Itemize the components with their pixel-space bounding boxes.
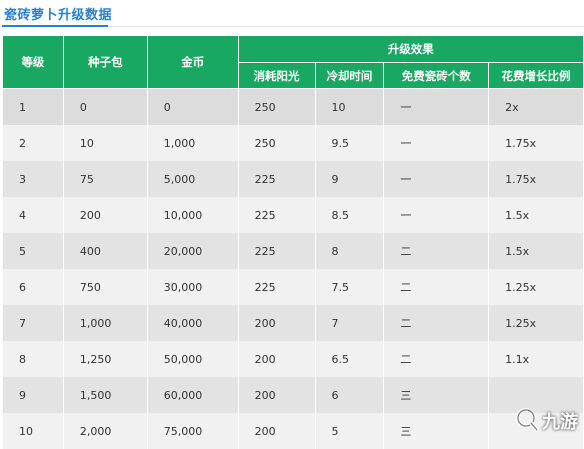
table-row: 9 1,500 60,000 200 6 三 (3, 377, 584, 413)
header-level: 等级 (3, 36, 64, 89)
title-bar: 瓷砖萝卜升级数据 (0, 0, 584, 27)
table-row: 2 10 1,000 250 9.5 一 1.75x (3, 125, 584, 161)
cell-gold: 0 (147, 89, 238, 126)
cell-cooldown: 7 (315, 305, 384, 341)
cell-level: 10 (3, 413, 64, 449)
cell-free-tiles: 一 (384, 89, 489, 126)
cell-gold: 50,000 (147, 341, 238, 377)
table-row: 7 1,000 40,000 200 7 二 1.25x (3, 305, 584, 341)
cell-cost-growth: 1.75x (489, 161, 584, 197)
cell-free-tiles: 二 (384, 305, 489, 341)
cell-free-tiles: 一 (384, 125, 489, 161)
cell-sun-cost: 200 (238, 305, 315, 341)
cell-sun-cost: 225 (238, 269, 315, 305)
cell-level: 8 (3, 341, 64, 377)
cell-level: 5 (3, 233, 64, 269)
cell-cost-growth: 2x (489, 89, 584, 126)
cell-sun-cost: 200 (238, 377, 315, 413)
header-cost-growth: 花费增长比例 (489, 63, 584, 89)
table-row: 1 0 0 250 10 一 2x (3, 89, 584, 126)
nine-game-logo-icon (514, 406, 540, 436)
cell-sun-cost: 200 (238, 341, 315, 377)
cell-cost-growth: 1.5x (489, 233, 584, 269)
cell-cost-growth: 1.75x (489, 125, 584, 161)
table-row: 5 400 20,000 225 8 二 1.5x (3, 233, 584, 269)
cell-sun-cost: 225 (238, 233, 315, 269)
cell-seed-pack: 1,250 (63, 341, 147, 377)
cell-sun-cost: 225 (238, 197, 315, 233)
table-row: 3 75 5,000 225 9 一 1.75x (3, 161, 584, 197)
cell-cooldown: 9.5 (315, 125, 384, 161)
header-seed-pack: 种子包 (63, 36, 147, 89)
cell-sun-cost: 250 (238, 125, 315, 161)
cell-level: 6 (3, 269, 64, 305)
cell-cost-growth: 1.25x (489, 269, 584, 305)
page-title: 瓷砖萝卜升级数据 (4, 4, 112, 23)
cell-gold: 60,000 (147, 377, 238, 413)
cell-free-tiles: 三 (384, 377, 489, 413)
cell-cooldown: 8 (315, 233, 384, 269)
title-underline (2, 25, 108, 27)
cell-gold: 1,000 (147, 125, 238, 161)
header-cooldown: 冷却时间 (315, 63, 384, 89)
cell-gold: 10,000 (147, 197, 238, 233)
cell-level: 9 (3, 377, 64, 413)
header-upgrade-effect: 升级效果 (238, 36, 583, 63)
cell-seed-pack: 200 (63, 197, 147, 233)
cell-free-tiles: 一 (384, 197, 489, 233)
cell-seed-pack: 75 (63, 161, 147, 197)
cell-level: 7 (3, 305, 64, 341)
cell-free-tiles: 二 (384, 269, 489, 305)
cell-gold: 40,000 (147, 305, 238, 341)
header-sun-cost: 消耗阳光 (238, 63, 315, 89)
cell-cooldown: 6 (315, 377, 384, 413)
cell-cooldown: 7.5 (315, 269, 384, 305)
cell-gold: 75,000 (147, 413, 238, 449)
header-gold: 金币 (147, 36, 238, 89)
cell-level: 4 (3, 197, 64, 233)
cell-free-tiles: 二 (384, 233, 489, 269)
cell-cooldown: 10 (315, 89, 384, 126)
cell-sun-cost: 225 (238, 161, 315, 197)
cell-seed-pack: 1,500 (63, 377, 147, 413)
cell-sun-cost: 200 (238, 413, 315, 449)
cell-cooldown: 5 (315, 413, 384, 449)
upgrade-data-table: 等级 种子包 金币 升级效果 消耗阳光 冷却时间 免费瓷砖个数 花费增长比例 1… (2, 35, 584, 449)
table-row: 4 200 10,000 225 8.5 一 1.5x (3, 197, 584, 233)
cell-seed-pack: 400 (63, 233, 147, 269)
cell-seed-pack: 10 (63, 125, 147, 161)
cell-cost-growth: 1.25x (489, 305, 584, 341)
cell-seed-pack: 1,000 (63, 305, 147, 341)
watermark: 九游 (514, 406, 578, 436)
table-row: 8 1,250 50,000 200 6.5 二 1.1x (3, 341, 584, 377)
cell-gold: 20,000 (147, 233, 238, 269)
cell-cooldown: 9 (315, 161, 384, 197)
header-free-tiles: 免费瓷砖个数 (384, 63, 489, 89)
cell-seed-pack: 2,000 (63, 413, 147, 449)
cell-cost-growth: 1.5x (489, 197, 584, 233)
cell-sun-cost: 250 (238, 89, 315, 126)
table-body: 1 0 0 250 10 一 2x 2 10 1,000 250 9.5 一 1… (3, 89, 584, 449)
cell-cooldown: 6.5 (315, 341, 384, 377)
table-row: 10 2,000 75,000 200 5 三 (3, 413, 584, 449)
cell-gold: 30,000 (147, 269, 238, 305)
cell-cooldown: 8.5 (315, 197, 384, 233)
cell-seed-pack: 0 (63, 89, 147, 126)
watermark-text: 九游 (542, 408, 578, 434)
cell-gold: 5,000 (147, 161, 238, 197)
cell-free-tiles: 二 (384, 341, 489, 377)
cell-seed-pack: 750 (63, 269, 147, 305)
cell-level: 1 (3, 89, 64, 126)
cell-free-tiles: 三 (384, 413, 489, 449)
cell-level: 3 (3, 161, 64, 197)
cell-level: 2 (3, 125, 64, 161)
table-row: 6 750 30,000 225 7.5 二 1.25x (3, 269, 584, 305)
cell-cost-growth: 1.1x (489, 341, 584, 377)
cell-free-tiles: 一 (384, 161, 489, 197)
